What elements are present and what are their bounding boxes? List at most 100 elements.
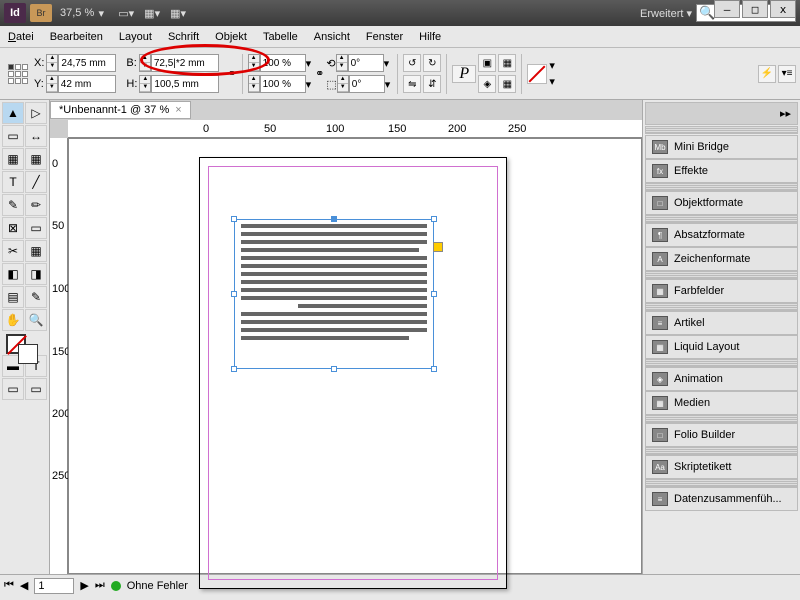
rotate-ccw-icon[interactable]: ↺ <box>403 54 421 72</box>
panel-menu-icon[interactable]: ▾≡ <box>778 65 796 83</box>
panel-zeichenformate[interactable]: AZeichenformate <box>645 247 798 271</box>
direct-selection-tool[interactable]: ▷ <box>25 102 47 124</box>
height-input[interactable] <box>151 75 219 93</box>
panel-effekte[interactable]: fxEffekte <box>645 159 798 183</box>
arrange-icon[interactable]: ▦▾ <box>170 7 186 20</box>
x-input[interactable] <box>58 54 116 72</box>
panel-objektformate[interactable]: □Objektformate <box>645 191 798 215</box>
last-page-button[interactable]: ⏭ <box>95 579 105 592</box>
scaley-input[interactable] <box>260 75 306 93</box>
panel-medien[interactable]: ▦Medien <box>645 391 798 415</box>
rotate-spinner[interactable]: ▲▼ <box>336 54 348 72</box>
panel-animation[interactable]: ◈Animation <box>645 367 798 391</box>
select-content-icon[interactable]: ◈ <box>478 75 496 93</box>
pencil-tool[interactable]: ✏ <box>25 194 47 216</box>
panel-foliobuilder[interactable]: □Folio Builder <box>645 423 798 447</box>
gap-tool[interactable]: ↔ <box>25 125 47 147</box>
note-tool[interactable]: ▤ <box>2 286 24 308</box>
canvas[interactable] <box>68 138 642 574</box>
content-collector-tool[interactable]: ▦ <box>2 148 24 170</box>
first-page-button[interactable]: ⏮ <box>4 579 14 592</box>
pen-tool[interactable]: ✎ <box>2 194 24 216</box>
object-prev-icon[interactable]: ▦ <box>498 75 516 93</box>
width-spinner[interactable]: ▲▼ <box>139 54 151 72</box>
page-tool[interactable]: ▭ <box>2 125 24 147</box>
rectangle-frame-tool[interactable]: ⊠ <box>2 217 24 239</box>
selection-tool[interactable]: ▲ <box>2 102 24 124</box>
fill-swatch[interactable] <box>527 64 547 84</box>
eyedropper-tool[interactable]: ✎ <box>25 286 47 308</box>
normal-view-icon[interactable]: ▭ <box>2 378 24 400</box>
menu-bearbeiten[interactable]: Bearbeiten <box>50 31 103 43</box>
zoom-tool[interactable]: 🔍 <box>25 309 47 331</box>
y-spinner[interactable]: ▲▼ <box>46 75 58 93</box>
shear-spinner[interactable]: ▲▼ <box>337 75 349 93</box>
workspace-switcher[interactable]: Erweitert ▾ <box>640 7 692 20</box>
menu-objekt[interactable]: Objekt <box>215 31 247 43</box>
scaley-spinner[interactable]: ▲▼ <box>248 75 260 93</box>
height-spinner[interactable]: ▲▼ <box>139 75 151 93</box>
constrain-scale-icon[interactable]: ⚭ <box>315 67 324 80</box>
prev-page-button[interactable]: ◀ <box>20 579 28 592</box>
type-tool[interactable]: T <box>2 171 24 193</box>
content-placer-tool[interactable]: ▦ <box>25 148 47 170</box>
dropdown-icon[interactable]: ▾ <box>306 57 312 70</box>
paragraph-style-icon[interactable]: P <box>452 65 476 83</box>
dropdown-icon[interactable]: ▾ <box>306 78 312 91</box>
preflight-status[interactable]: Ohne Fehler <box>127 580 188 592</box>
stroke-dropdown-icon[interactable]: ▾ <box>549 59 555 72</box>
view-options-icon[interactable]: ▦▾ <box>144 7 160 20</box>
dropdown-icon[interactable]: ▾ <box>384 57 390 70</box>
tab-close-icon[interactable]: × <box>175 104 181 116</box>
page-number-input[interactable]: 1 <box>34 578 74 594</box>
y-input[interactable] <box>58 75 116 93</box>
panel-artikel[interactable]: ≡Artikel <box>645 311 798 335</box>
rectangle-tool[interactable]: ▭ <box>25 217 47 239</box>
menu-layout[interactable]: Layout <box>119 31 152 43</box>
x-spinner[interactable]: ▲▼ <box>46 54 58 72</box>
dropdown-icon[interactable]: ▾ <box>385 78 391 91</box>
overset-text-icon[interactable] <box>433 242 443 252</box>
panel-minibridge[interactable]: MbMini Bridge <box>645 135 798 159</box>
panel-farbfelder[interactable]: ▦Farbfelder <box>645 279 798 303</box>
scalex-spinner[interactable]: ▲▼ <box>248 54 260 72</box>
flip-h-icon[interactable]: ⇋ <box>403 75 421 93</box>
panel-datenzusammenfh[interactable]: ≡Datenzusammenfüh... <box>645 487 798 511</box>
hand-tool[interactable]: ✋ <box>2 309 24 331</box>
width-input[interactable] <box>151 54 219 72</box>
minimize-button[interactable]: — <box>714 0 740 18</box>
fill-dropdown-icon[interactable]: ▾ <box>549 75 555 88</box>
reference-point[interactable] <box>8 64 28 84</box>
zoom-level[interactable]: 37,5 % <box>60 7 94 19</box>
next-page-button[interactable]: ▶ <box>80 579 88 592</box>
document-tab[interactable]: *Unbenannt-1 @ 37 %× <box>50 101 191 119</box>
quick-apply-icon[interactable]: ⚡ <box>758 65 776 83</box>
menu-datei[interactable]: Datei <box>8 31 34 43</box>
close-button[interactable]: x <box>770 0 796 18</box>
menu-hilfe[interactable]: Hilfe <box>419 31 441 43</box>
object-next-icon[interactable]: ▦ <box>498 54 516 72</box>
select-container-icon[interactable]: ▣ <box>478 54 496 72</box>
scalex-input[interactable] <box>260 54 306 72</box>
gradient-swatch-tool[interactable]: ◧ <box>2 263 24 285</box>
line-tool[interactable]: ╱ <box>25 171 47 193</box>
preview-view-icon[interactable]: ▭ <box>25 378 47 400</box>
menu-fenster[interactable]: Fenster <box>366 31 403 43</box>
collapse-panels-icon[interactable]: ▸▸ <box>780 107 791 120</box>
scissors-tool[interactable]: ✂ <box>2 240 24 262</box>
rotate-input[interactable] <box>348 54 384 72</box>
panel-absatzformate[interactable]: ¶Absatzformate <box>645 223 798 247</box>
constrain-icon[interactable]: ⚭ <box>227 67 236 80</box>
rotate-cw-icon[interactable]: ↻ <box>423 54 441 72</box>
gradient-feather-tool[interactable]: ◨ <box>25 263 47 285</box>
text-frame[interactable] <box>234 219 434 369</box>
flip-v-icon[interactable]: ⇵ <box>423 75 441 93</box>
menu-tabelle[interactable]: Tabelle <box>263 31 298 43</box>
shear-input[interactable] <box>349 75 385 93</box>
bridge-icon[interactable]: Br <box>30 4 52 22</box>
fill-stroke-swatch[interactable] <box>2 332 47 368</box>
menu-ansicht[interactable]: Ansicht <box>314 31 350 43</box>
screen-mode-icon[interactable]: ▭▾ <box>118 7 134 20</box>
free-transform-tool[interactable]: ▦ <box>25 240 47 262</box>
menu-schrift[interactable]: Schrift <box>168 31 199 43</box>
